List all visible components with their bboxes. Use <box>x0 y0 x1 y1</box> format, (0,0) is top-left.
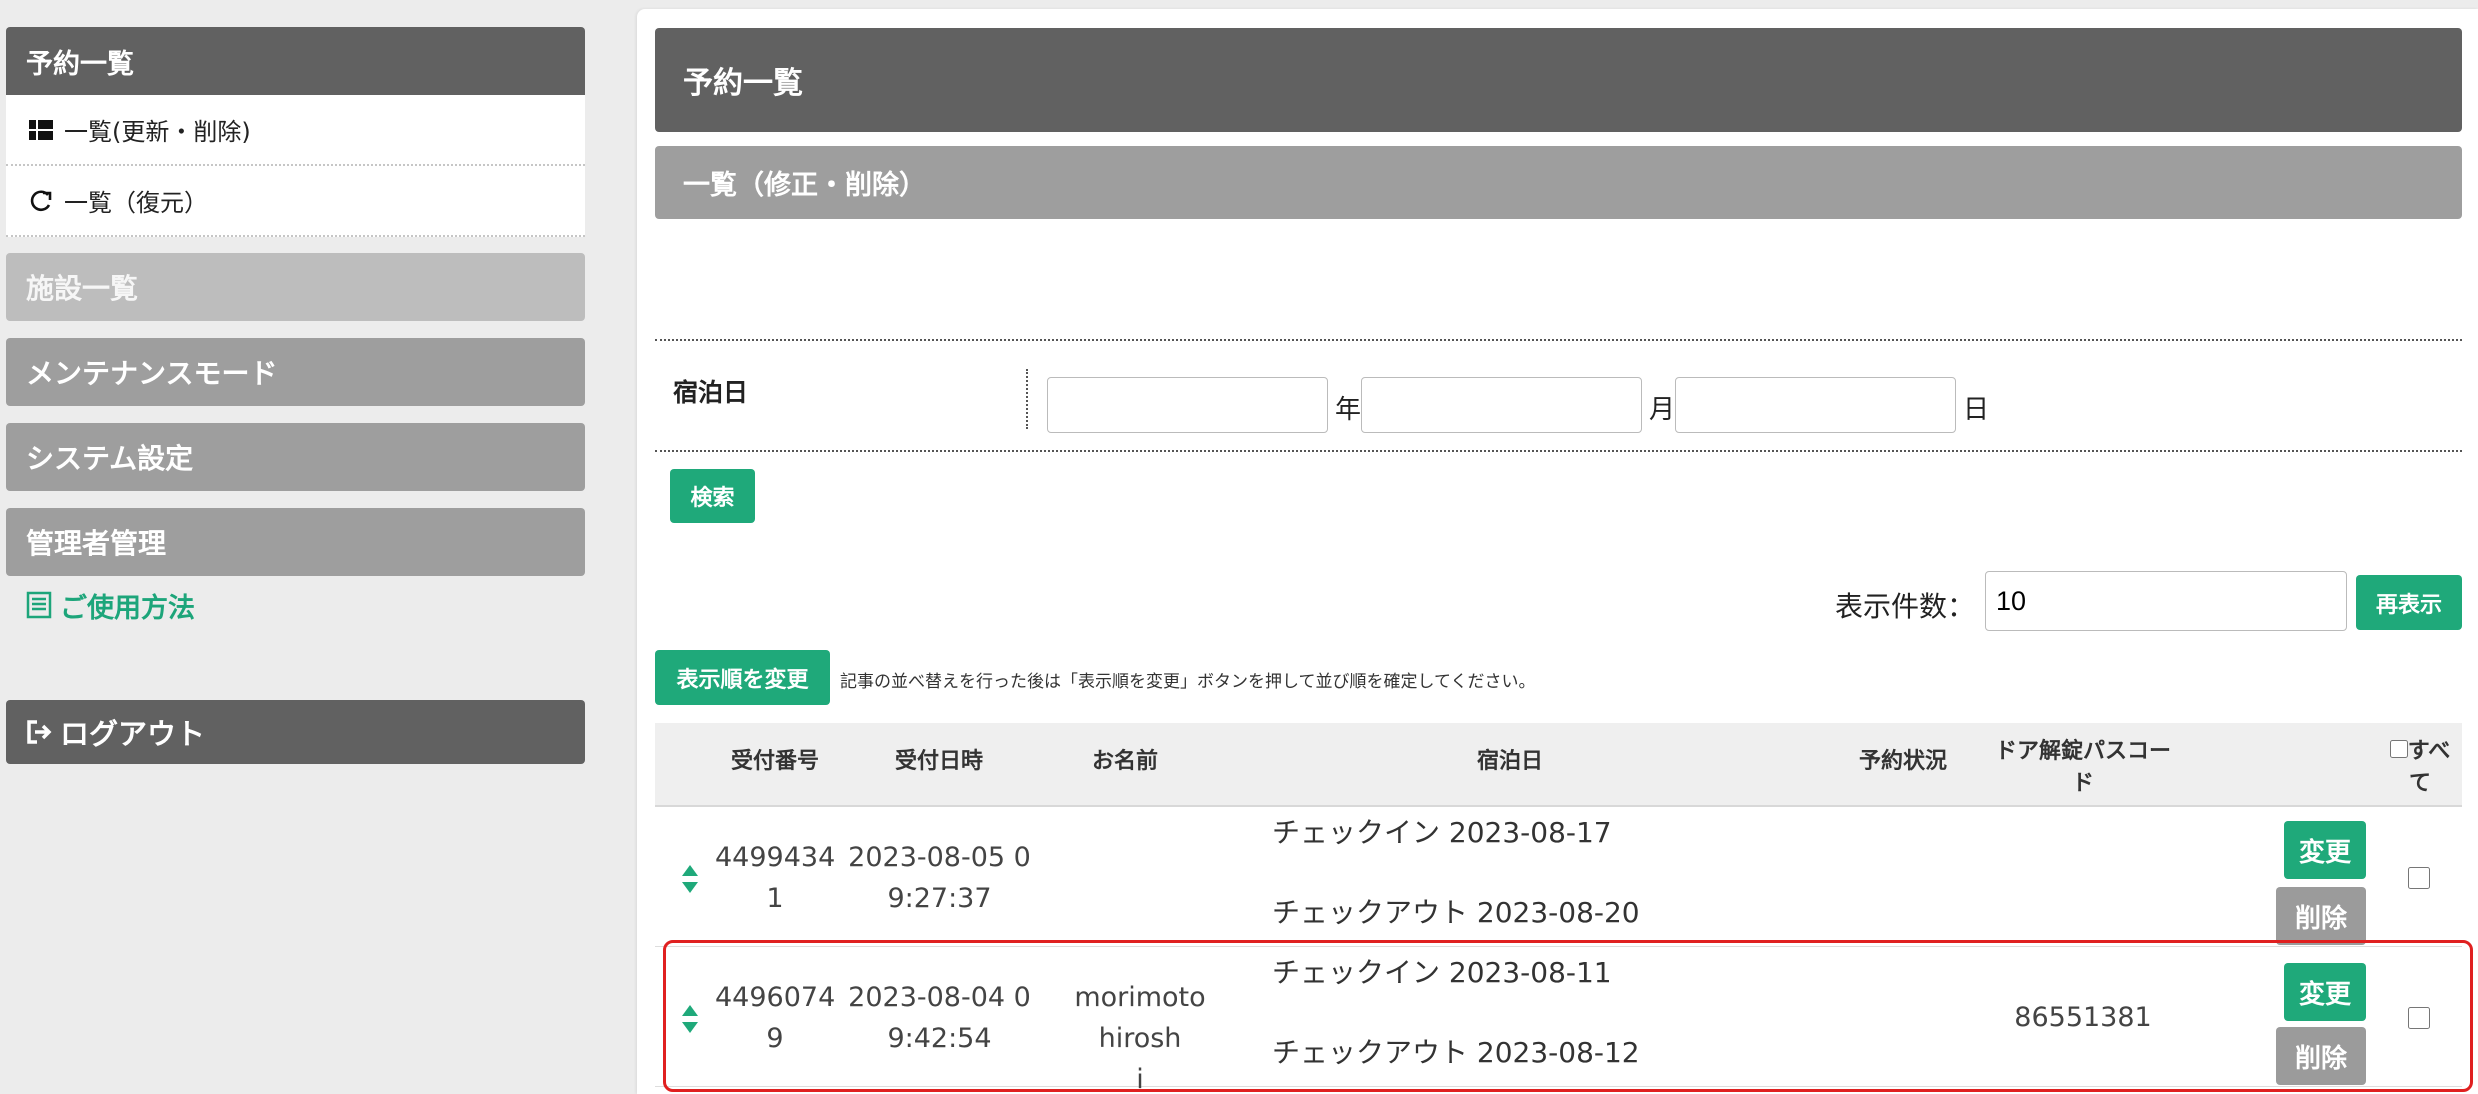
sort-handle-icon[interactable] <box>681 863 699 895</box>
row-checkbox[interactable] <box>2408 1007 2430 1029</box>
select-all-label-line1: すべ <box>2407 739 2451 764</box>
edit-button[interactable]: 変更 <box>2284 821 2366 879</box>
select-all-checkbox[interactable] <box>2389 740 2408 758</box>
filter-divider <box>1026 369 1028 429</box>
reception-datetime-cell: 2023-08-05 0 9:27:37 <box>848 842 1031 914</box>
list-icon <box>29 119 53 140</box>
main-panel: 予約一覧 一覧（修正・削除） 宿泊日 年 月 日 検索 表示件数： 再表示 表示… <box>637 9 2478 1094</box>
page-title-bar: 予約一覧 <box>655 28 2462 132</box>
year-input[interactable] <box>1047 377 1328 433</box>
table-row: 4496074 9 2023-08-04 0 9:42:54 morimoto … <box>655 947 2462 1094</box>
sidebar-item-list-update-delete[interactable]: 一覧(更新・削除) <box>6 95 585 166</box>
sidebar-item-list-restore[interactable]: 一覧（復元） <box>6 166 585 237</box>
table-header: 受付番号 受付日時 お名前 宿泊日 予約状況 ドア解錠パスコー ド すべ て <box>655 723 2462 807</box>
sidebar-item-admin-management[interactable]: 管理者管理 <box>6 508 585 576</box>
stay-date-filter: 宿泊日 年 月 日 <box>655 339 2462 452</box>
select-all-label-line2: て <box>2408 771 2431 796</box>
redisplay-button[interactable]: 再表示 <box>2356 575 2462 630</box>
document-icon <box>26 591 52 619</box>
sidebar-item-maintenance[interactable]: メンテナンスモード <box>6 338 585 406</box>
month-unit: 月 <box>1649 395 1676 425</box>
header-reception-no: 受付番号 <box>730 749 819 774</box>
header-reception-datetime: 受付日時 <box>894 749 983 774</box>
logout-button[interactable]: ログアウト <box>6 700 585 764</box>
delete-button[interactable]: 削除 <box>2276 1027 2366 1085</box>
order-note: 記事の並べ替えを行った後は「表示順を変更」ボタンを押して並び順を確定してください… <box>840 672 1536 692</box>
refresh-icon <box>30 189 52 211</box>
logout-icon <box>27 720 52 744</box>
header-door-code-line2: ド <box>2071 771 2094 796</box>
section-title-bar: 一覧（修正・削除） <box>655 146 2462 219</box>
display-count-input[interactable] <box>1985 571 2347 631</box>
logout-label: ログアウト <box>60 717 206 751</box>
sidebar-item-label: 管理者管理 <box>26 527 167 560</box>
sidebar-link-label: ご使用方法 <box>60 592 195 624</box>
door-code-cell: 86551381 <box>2014 1002 2152 1033</box>
sidebar: 予約一覧 一覧(更新・削除) 一覧（復元） 施設一覧 メンテナンスモード システ… <box>6 27 585 625</box>
page-title: 予約一覧 <box>683 66 803 101</box>
checkin-date: チェックイン 2023-08-11 <box>1272 956 1612 989</box>
display-count-label: 表示件数： <box>1835 590 1976 623</box>
sidebar-section-label: 予約一覧 <box>26 48 134 80</box>
sidebar-item-label: 施設一覧 <box>26 272 139 305</box>
table-row: 4499434 1 2023-08-05 0 9:27:37 チェックイン 20… <box>655 807 2462 947</box>
header-select-all: すべ て <box>2385 733 2455 797</box>
change-order-button[interactable]: 表示順を変更 <box>655 650 830 705</box>
sidebar-item-label: メンテナンスモード <box>26 357 278 390</box>
month-input[interactable] <box>1361 377 1642 433</box>
header-status: 予約状況 <box>1858 749 1947 774</box>
name-cell: morimoto hirosh i <box>1074 982 1206 1094</box>
sidebar-item-label: 一覧(更新・削除) <box>64 118 251 146</box>
reception-no-cell: 4499434 1 <box>715 842 836 914</box>
header-stay-date: 宿泊日 <box>1476 749 1543 774</box>
sidebar-item-label: 一覧（復元） <box>64 189 208 217</box>
sidebar-item-system-settings[interactable]: システム設定 <box>6 423 585 491</box>
checkout-date: チェックアウト 2023-08-12 <box>1272 1036 1640 1069</box>
section-title: 一覧（修正・削除） <box>683 170 926 201</box>
sort-handle-icon[interactable] <box>681 1003 699 1035</box>
sidebar-link-usage[interactable]: ご使用方法 <box>6 585 585 625</box>
edit-button[interactable]: 変更 <box>2284 963 2366 1021</box>
sidebar-item-facilities[interactable]: 施設一覧 <box>6 253 585 321</box>
row-checkbox[interactable] <box>2408 867 2430 889</box>
header-name: お名前 <box>1091 749 1158 774</box>
search-button[interactable]: 検索 <box>670 469 755 523</box>
delete-button[interactable]: 削除 <box>2276 887 2366 945</box>
year-unit: 年 <box>1335 395 1362 425</box>
reception-no-cell: 4496074 9 <box>715 982 836 1054</box>
stay-date-label: 宿泊日 <box>673 378 749 407</box>
checkin-date: チェックイン 2023-08-17 <box>1272 816 1612 849</box>
header-door-code: ドア解錠パスコー ド <box>1973 733 2193 797</box>
reception-datetime-cell: 2023-08-04 0 9:42:54 <box>848 982 1031 1054</box>
header-door-code-line1: ドア解錠パスコー <box>1994 739 2171 764</box>
day-unit: 日 <box>1963 395 1990 425</box>
checkout-date: チェックアウト 2023-08-20 <box>1272 896 1640 929</box>
sidebar-item-label: システム設定 <box>26 442 194 475</box>
sidebar-section-reservations[interactable]: 予約一覧 <box>6 27 585 95</box>
day-input[interactable] <box>1675 377 1956 433</box>
